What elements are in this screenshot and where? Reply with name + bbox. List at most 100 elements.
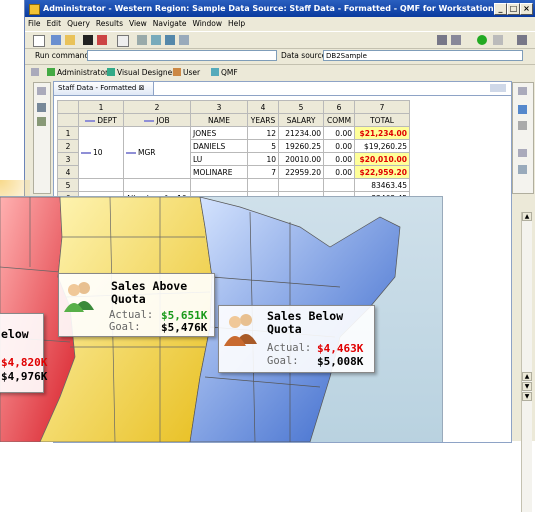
tool-icon[interactable] bbox=[137, 35, 147, 45]
new-icon[interactable] bbox=[33, 35, 45, 47]
menu-window[interactable]: Window bbox=[189, 17, 225, 31]
toolbar-menu-icon[interactable] bbox=[517, 35, 527, 45]
column-header-dept[interactable]: DEPT bbox=[78, 113, 124, 127]
cancel-icon[interactable] bbox=[493, 35, 503, 45]
col-number: 1 bbox=[78, 100, 124, 114]
header-label: JOB bbox=[156, 115, 170, 125]
column-header-total[interactable]: TOTAL bbox=[354, 113, 410, 127]
actual-label: Actual: bbox=[267, 342, 312, 354]
cell-name[interactable]: LU bbox=[190, 152, 248, 166]
callout-west[interactable]: elow $4,820K $4,976K bbox=[0, 313, 48, 393]
layout-icon[interactable] bbox=[437, 35, 447, 45]
cell-comm[interactable]: 0.00 bbox=[323, 165, 355, 179]
outline-icon[interactable] bbox=[518, 105, 527, 114]
results-grid: 1 2 3 4 5 6 7 DEPT JOB NAME YEARS SALARY… bbox=[57, 100, 410, 205]
explorer-icon[interactable] bbox=[37, 103, 46, 112]
open-icon[interactable] bbox=[65, 35, 75, 45]
run-command-label: Run command: bbox=[35, 51, 92, 60]
perspective-visual-designer[interactable]: Visual Designer bbox=[107, 65, 175, 80]
cell-years[interactable] bbox=[247, 178, 279, 192]
restore-icon[interactable] bbox=[518, 87, 527, 95]
job-group-cell[interactable]: MGR bbox=[123, 126, 191, 179]
cell-comm[interactable] bbox=[323, 178, 355, 192]
menu-results[interactable]: Results bbox=[93, 17, 126, 31]
column-header-comm[interactable]: COMM bbox=[323, 113, 355, 127]
cell-salary[interactable]: 22959.20 bbox=[278, 165, 324, 179]
restore-icon[interactable] bbox=[37, 87, 46, 95]
cell-years[interactable]: 12 bbox=[247, 126, 279, 140]
properties-icon[interactable] bbox=[451, 35, 461, 45]
menu-file[interactable]: File bbox=[25, 17, 44, 31]
scroll-up-icon[interactable]: ▲ bbox=[522, 372, 532, 381]
menu-navigate[interactable]: Navigate bbox=[150, 17, 190, 31]
tab-divider bbox=[54, 95, 511, 96]
scroll-up-icon[interactable]: ▲ bbox=[522, 212, 532, 221]
perspective-user[interactable]: User bbox=[173, 65, 200, 80]
cell-name[interactable] bbox=[190, 178, 248, 192]
restore-icon[interactable] bbox=[518, 149, 527, 157]
menu-help[interactable]: Help bbox=[225, 17, 248, 31]
tab-staff-data-formatted[interactable]: Staff Data - Formatted ⊠ bbox=[54, 82, 154, 95]
scroll-down-icon[interactable]: ▼ bbox=[522, 382, 532, 391]
print-icon[interactable] bbox=[97, 35, 107, 45]
cell-salary[interactable]: 20010.00 bbox=[278, 152, 324, 166]
cell-total[interactable]: $20,010.00 bbox=[354, 152, 410, 166]
actual-value: $4,820K bbox=[1, 356, 48, 369]
cell-name[interactable]: MOLINARE bbox=[190, 165, 248, 179]
column-header-name[interactable]: NAME bbox=[190, 113, 248, 127]
column-header-job[interactable]: JOB bbox=[123, 113, 191, 127]
edit-icon[interactable] bbox=[117, 35, 129, 47]
menu-view[interactable]: View bbox=[126, 17, 150, 31]
connect-icon[interactable] bbox=[165, 35, 175, 45]
menu-edit[interactable]: Edit bbox=[44, 17, 65, 31]
cell-comm[interactable]: 0.00 bbox=[323, 126, 355, 140]
dept-group-cell[interactable]: 10 bbox=[78, 126, 124, 179]
cell-name[interactable]: DANIELS bbox=[190, 139, 248, 153]
group-bar-icon bbox=[85, 119, 96, 122]
maximize-button[interactable]: □ bbox=[507, 3, 520, 15]
goal-label: Goal: bbox=[267, 355, 299, 367]
open-perspective-icon[interactable] bbox=[31, 65, 41, 80]
goal-value: $4,976K bbox=[1, 370, 48, 383]
save-icon[interactable] bbox=[51, 35, 61, 45]
close-button[interactable]: × bbox=[520, 3, 533, 15]
cell-salary[interactable]: 19260.25 bbox=[278, 139, 324, 153]
cell-total[interactable]: $19,260.25 bbox=[354, 139, 410, 153]
vertical-scrollbar[interactable]: ▲ ▲ ▼ ▼ bbox=[521, 212, 532, 512]
minimize-button[interactable]: _ bbox=[494, 3, 507, 15]
console-icon[interactable] bbox=[518, 165, 527, 174]
scroll-down-icon[interactable]: ▼ bbox=[522, 392, 532, 401]
editor-view-controls-icon[interactable] bbox=[490, 84, 506, 92]
column-header-years[interactable]: YEARS bbox=[247, 113, 279, 127]
tab-close-icon[interactable]: ⊠ bbox=[139, 84, 145, 92]
run-icon[interactable] bbox=[477, 35, 487, 45]
cell-comm[interactable]: 0.00 bbox=[323, 139, 355, 153]
empty-cell bbox=[123, 178, 191, 192]
callout-sales-below-quota[interactable]: Sales Below Quota Actual: $4,463K Goal: … bbox=[218, 305, 375, 373]
cell-total[interactable]: $22,959.20 bbox=[354, 165, 410, 179]
group-bar-icon bbox=[126, 152, 136, 154]
cell-years[interactable]: 10 bbox=[247, 152, 279, 166]
menu-query[interactable]: Query bbox=[64, 17, 93, 31]
perspective-qmf[interactable]: QMF bbox=[211, 65, 238, 80]
cell-salary[interactable] bbox=[278, 178, 324, 192]
properties-view-icon[interactable] bbox=[518, 121, 527, 130]
data-source-select[interactable]: DB2Sample bbox=[323, 50, 523, 61]
cell-salary[interactable]: 21234.00 bbox=[278, 126, 324, 140]
table-row[interactable]: 1 10 MGR JONES 12 21234.00 0.00 $21,234.… bbox=[57, 126, 410, 179]
perspective-administrator[interactable]: Administrator bbox=[47, 65, 108, 80]
cell-years[interactable]: 7 bbox=[247, 165, 279, 179]
export-icon[interactable] bbox=[179, 35, 189, 45]
run-command-input[interactable] bbox=[87, 50, 277, 61]
terminal-icon[interactable] bbox=[83, 35, 93, 45]
cell-name[interactable]: JONES bbox=[190, 126, 248, 140]
table-row[interactable]: 5 83463.45 bbox=[57, 178, 410, 192]
cell-comm[interactable]: 0.00 bbox=[323, 152, 355, 166]
cell-total[interactable]: $21,234.00 bbox=[354, 126, 410, 140]
find-icon[interactable] bbox=[151, 35, 161, 45]
cell-total[interactable]: 83463.45 bbox=[354, 178, 410, 192]
column-header-salary[interactable]: SALARY bbox=[278, 113, 324, 127]
callout-sales-above-quota[interactable]: Sales Above Quota Actual: $5,651K Goal: … bbox=[58, 273, 215, 337]
cell-years[interactable]: 5 bbox=[247, 139, 279, 153]
repository-icon[interactable] bbox=[37, 117, 46, 126]
